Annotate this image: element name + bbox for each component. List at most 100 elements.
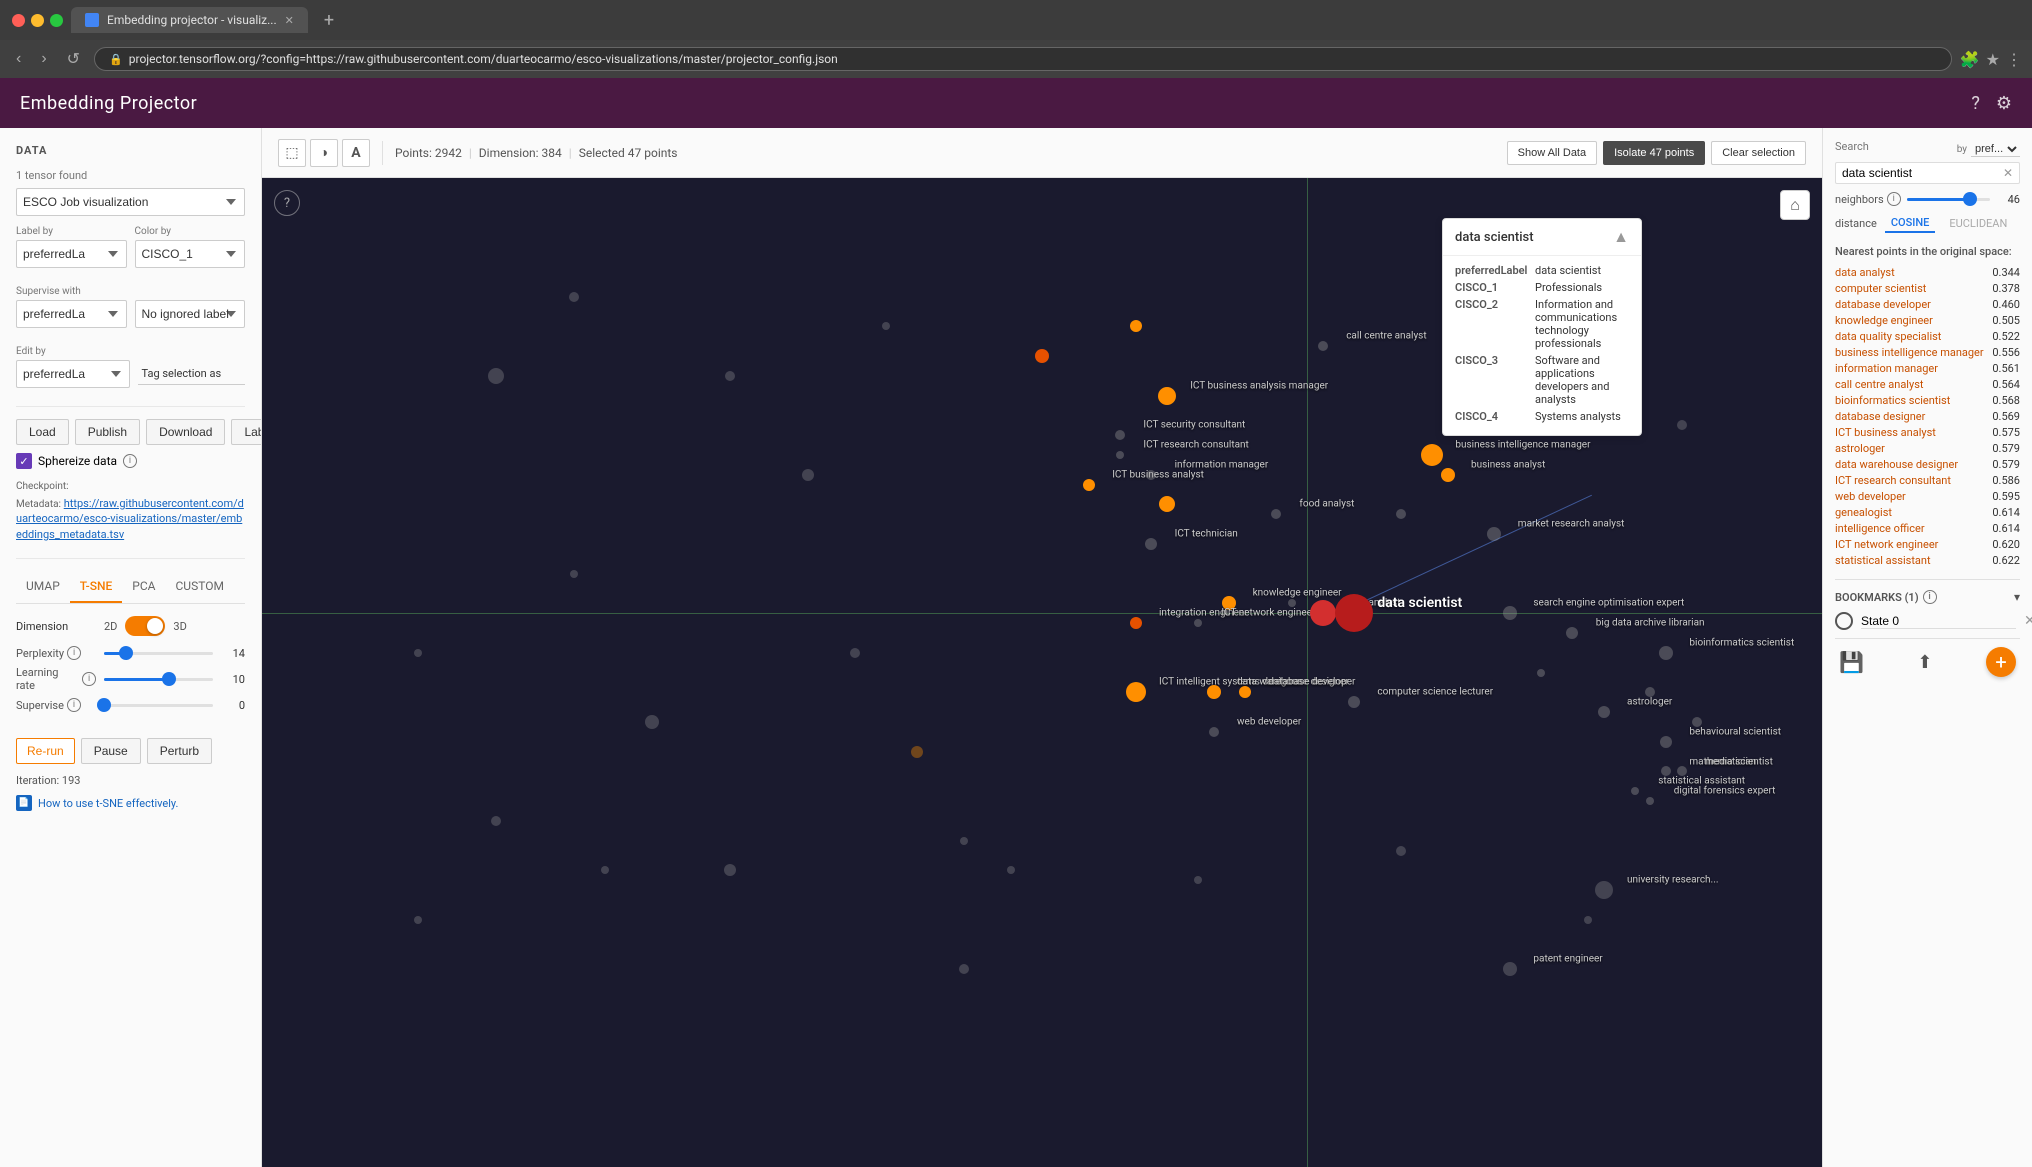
sphereize-checkbox[interactable]: ✓ bbox=[16, 453, 32, 469]
cosine-option[interactable]: COSINE bbox=[1885, 214, 1936, 233]
learning-rate-slider[interactable] bbox=[104, 678, 213, 681]
neighbors-slider[interactable] bbox=[1907, 198, 1990, 201]
euclidean-option[interactable]: EUCLIDEAN bbox=[1943, 215, 2013, 232]
nearest-item-name[interactable]: information manager bbox=[1835, 362, 1938, 375]
viz-point[interactable] bbox=[1116, 451, 1124, 459]
select-box-button[interactable]: ⬚ bbox=[278, 139, 306, 167]
search-by-select[interactable]: pref... bbox=[1971, 142, 2020, 157]
tab-custom[interactable]: CUSTOM bbox=[166, 571, 234, 603]
viz-point[interactable] bbox=[570, 570, 578, 578]
help-icon[interactable]: ? bbox=[1971, 93, 1980, 114]
viz-point[interactable] bbox=[1145, 538, 1157, 550]
perplexity-slider[interactable] bbox=[104, 652, 213, 655]
color-by-select[interactable]: CISCO_1 bbox=[135, 240, 246, 268]
viz-point[interactable] bbox=[1503, 606, 1517, 620]
viz-point[interactable] bbox=[1239, 686, 1251, 698]
viz-point[interactable] bbox=[1677, 420, 1687, 430]
info-panel-close-button[interactable]: ▲ bbox=[1613, 227, 1629, 247]
viz-point[interactable] bbox=[1646, 797, 1654, 805]
nearest-item-name[interactable]: database developer bbox=[1835, 298, 1931, 311]
perturb-button[interactable]: Perturb bbox=[147, 738, 212, 764]
new-tab-button[interactable]: + bbox=[316, 10, 342, 31]
viz-point[interactable] bbox=[1487, 527, 1501, 541]
nearest-item-name[interactable]: call centre analyst bbox=[1835, 378, 1923, 391]
close-button[interactable] bbox=[12, 14, 25, 27]
nearest-item-name[interactable]: data analyst bbox=[1835, 266, 1895, 279]
viz-point[interactable] bbox=[1083, 479, 1095, 491]
sphereize-info-icon[interactable]: i bbox=[123, 454, 137, 468]
viz-point[interactable] bbox=[1126, 682, 1146, 702]
rerun-button[interactable]: Re-run bbox=[16, 738, 75, 764]
viz-point[interactable] bbox=[1660, 736, 1672, 748]
viz-point[interactable] bbox=[645, 715, 659, 729]
isolate-points-button[interactable]: Isolate 47 points bbox=[1603, 141, 1705, 165]
nearest-item-name[interactable]: web developer bbox=[1835, 490, 1906, 503]
viz-point[interactable] bbox=[601, 866, 609, 874]
tag-selection-input[interactable]: Tag selection as bbox=[138, 363, 246, 385]
viz-point[interactable] bbox=[1115, 430, 1125, 440]
address-bar[interactable]: 🔒 projector.tensorflow.org/?config=https… bbox=[94, 47, 1952, 71]
viz-point[interactable] bbox=[1421, 444, 1443, 466]
viz-point[interactable] bbox=[1194, 876, 1202, 884]
publish-button[interactable]: Publish bbox=[75, 419, 140, 445]
viz-point[interactable] bbox=[1566, 627, 1578, 639]
viz-point[interactable] bbox=[1222, 596, 1236, 610]
viz-point[interactable] bbox=[488, 368, 504, 384]
viz-point[interactable] bbox=[1288, 599, 1296, 607]
add-bookmark-button[interactable]: + bbox=[1986, 647, 2016, 677]
canvas-area[interactable]: ICT business analysis managercall centre… bbox=[262, 178, 1822, 1167]
viz-point[interactable] bbox=[1146, 470, 1156, 480]
viz-point[interactable] bbox=[1271, 509, 1281, 519]
viz-point[interactable] bbox=[960, 837, 968, 845]
perplexity-info-icon[interactable]: i bbox=[67, 646, 81, 660]
bookmark-icon[interactable]: ★ bbox=[1986, 50, 2000, 69]
browser-tab[interactable]: Embedding projector - visualiz... ✕ bbox=[71, 7, 308, 33]
nearest-item-name[interactable]: bioinformatics scientist bbox=[1835, 394, 1950, 407]
viz-point[interactable] bbox=[1503, 962, 1517, 976]
viz-point[interactable] bbox=[1598, 706, 1610, 718]
more-icon[interactable]: ⋮ bbox=[2006, 50, 2022, 69]
bookmarks-header[interactable]: BOOKMARKS (1) i ▾ bbox=[1835, 590, 2020, 604]
supervise-slider[interactable] bbox=[104, 704, 213, 707]
nearest-item-name[interactable]: business intelligence manager bbox=[1835, 346, 1984, 359]
minimize-button[interactable] bbox=[31, 14, 44, 27]
search-clear-icon[interactable]: ✕ bbox=[2003, 166, 2013, 180]
settings-icon[interactable]: ⚙ bbox=[1996, 93, 2012, 114]
viz-point[interactable] bbox=[1584, 916, 1592, 924]
viz-point[interactable] bbox=[1396, 846, 1406, 856]
viz-point[interactable] bbox=[1035, 349, 1049, 363]
nearest-item-name[interactable]: computer scientist bbox=[1835, 282, 1926, 295]
nav-back-button[interactable]: ‹ bbox=[10, 48, 27, 70]
viz-point[interactable] bbox=[414, 916, 422, 924]
show-all-data-button[interactable]: Show All Data bbox=[1507, 141, 1597, 165]
save-icon[interactable]: 💾 bbox=[1839, 650, 1864, 674]
viz-point[interactable] bbox=[1631, 787, 1639, 795]
viz-point[interactable] bbox=[1194, 619, 1202, 627]
nearest-item-name[interactable]: knowledge engineer bbox=[1835, 314, 1933, 327]
viz-point[interactable] bbox=[1645, 687, 1655, 697]
tensor-select[interactable]: ESCO Job visualization bbox=[16, 188, 245, 216]
clear-selection-button[interactable]: Clear selection bbox=[1711, 141, 1806, 165]
viz-point[interactable] bbox=[1310, 600, 1336, 626]
nearest-item-name[interactable]: astrologer bbox=[1835, 442, 1885, 455]
home-button[interactable]: ⌂ bbox=[1780, 190, 1810, 220]
learning-rate-info-icon[interactable]: i bbox=[82, 672, 96, 686]
nearest-item-name[interactable]: genealogist bbox=[1835, 506, 1892, 519]
bookmark-name-input[interactable] bbox=[1861, 614, 2016, 629]
tab-pca[interactable]: PCA bbox=[122, 571, 165, 603]
help-link[interactable]: 📄 How to use t-SNE effectively. bbox=[16, 795, 245, 811]
upload-icon[interactable]: ⬆ bbox=[1917, 652, 1932, 673]
nearest-item-name[interactable]: data warehouse designer bbox=[1835, 458, 1958, 471]
nearest-item-name[interactable]: ICT research consultant bbox=[1835, 474, 1951, 487]
pause-button[interactable]: Pause bbox=[81, 738, 141, 764]
bookmark-close-button[interactable]: ✕ bbox=[2024, 613, 2032, 629]
nearest-item-name[interactable]: ICT business analyst bbox=[1835, 426, 1936, 439]
nav-refresh-button[interactable]: ↺ bbox=[61, 47, 86, 71]
viz-point[interactable] bbox=[1158, 387, 1176, 405]
viz-point[interactable] bbox=[725, 371, 735, 381]
viz-point[interactable] bbox=[1537, 669, 1545, 677]
viz-point[interactable] bbox=[959, 964, 969, 974]
label-by-select[interactable]: preferredLa bbox=[16, 240, 127, 268]
viz-point[interactable] bbox=[1677, 766, 1687, 776]
viz-point[interactable] bbox=[1130, 617, 1142, 629]
